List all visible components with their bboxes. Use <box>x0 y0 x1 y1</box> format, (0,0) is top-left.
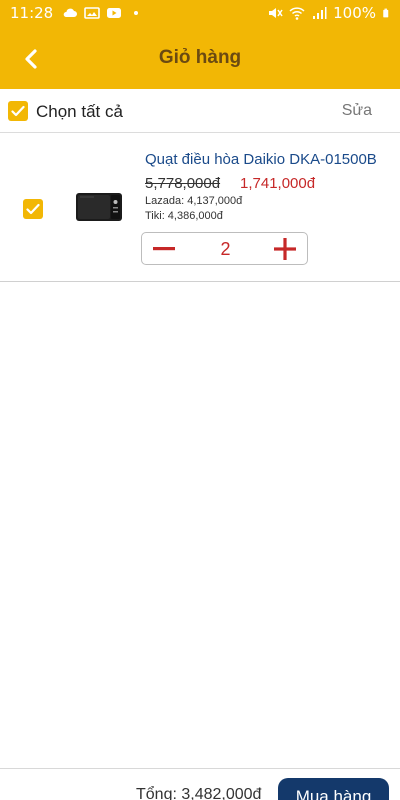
select-all-label[interactable]: Chọn tất cả <box>36 102 123 122</box>
minus-icon <box>153 247 175 251</box>
checkout-footer: Tổng: 3,482,000đ Mua hàng <box>0 768 400 800</box>
product-name[interactable]: Quạt điều hòa Daikio DKA-01500B <box>145 151 377 168</box>
increase-quantity-button[interactable] <box>271 237 299 261</box>
status-notification-icons <box>62 5 138 21</box>
more-notifications-dot-icon <box>134 11 138 15</box>
cloud-icon <box>63 8 77 17</box>
check-icon <box>11 105 25 117</box>
status-bar: 11:28 100% <box>0 0 400 28</box>
cart-item: Quạt điều hòa Daikio DKA-01500B 5,778,00… <box>0 134 400 282</box>
original-price: 5,778,000đ <box>145 175 221 192</box>
battery-percent: 100% <box>333 4 376 22</box>
youtube-icon <box>107 8 121 18</box>
lazada-price: Lazada: 4,137,000đ <box>145 195 243 207</box>
item-checkbox[interactable] <box>23 199 43 219</box>
select-all-checkbox[interactable] <box>8 101 28 121</box>
check-icon <box>26 203 40 215</box>
signal-icon <box>313 7 327 19</box>
wifi-icon <box>289 7 305 20</box>
status-system-icons: 100% <box>267 4 392 22</box>
product-thumbnail[interactable] <box>74 190 124 224</box>
quantity-stepper: 2 <box>141 232 308 265</box>
tiki-price: Tiki: 4,386,000đ <box>145 210 223 222</box>
plus-icon <box>274 238 296 260</box>
sale-price: 1,741,000đ <box>240 175 316 192</box>
total-amount: Tổng: 3,482,000đ <box>136 786 262 800</box>
app-header: Giỏ hàng <box>0 28 400 89</box>
image-icon <box>84 7 100 19</box>
mute-icon <box>269 8 283 18</box>
quantity-value[interactable]: 2 <box>202 239 249 260</box>
decrease-quantity-button[interactable] <box>150 237 178 261</box>
buy-button[interactable]: Mua hàng <box>278 778 389 800</box>
edit-button[interactable]: Sửa <box>342 102 372 120</box>
status-time: 11:28 <box>10 4 54 22</box>
select-all-bar: Chọn tất cả Sửa <box>0 89 400 133</box>
battery-icon <box>383 8 389 18</box>
page-title: Giỏ hàng <box>158 47 242 68</box>
